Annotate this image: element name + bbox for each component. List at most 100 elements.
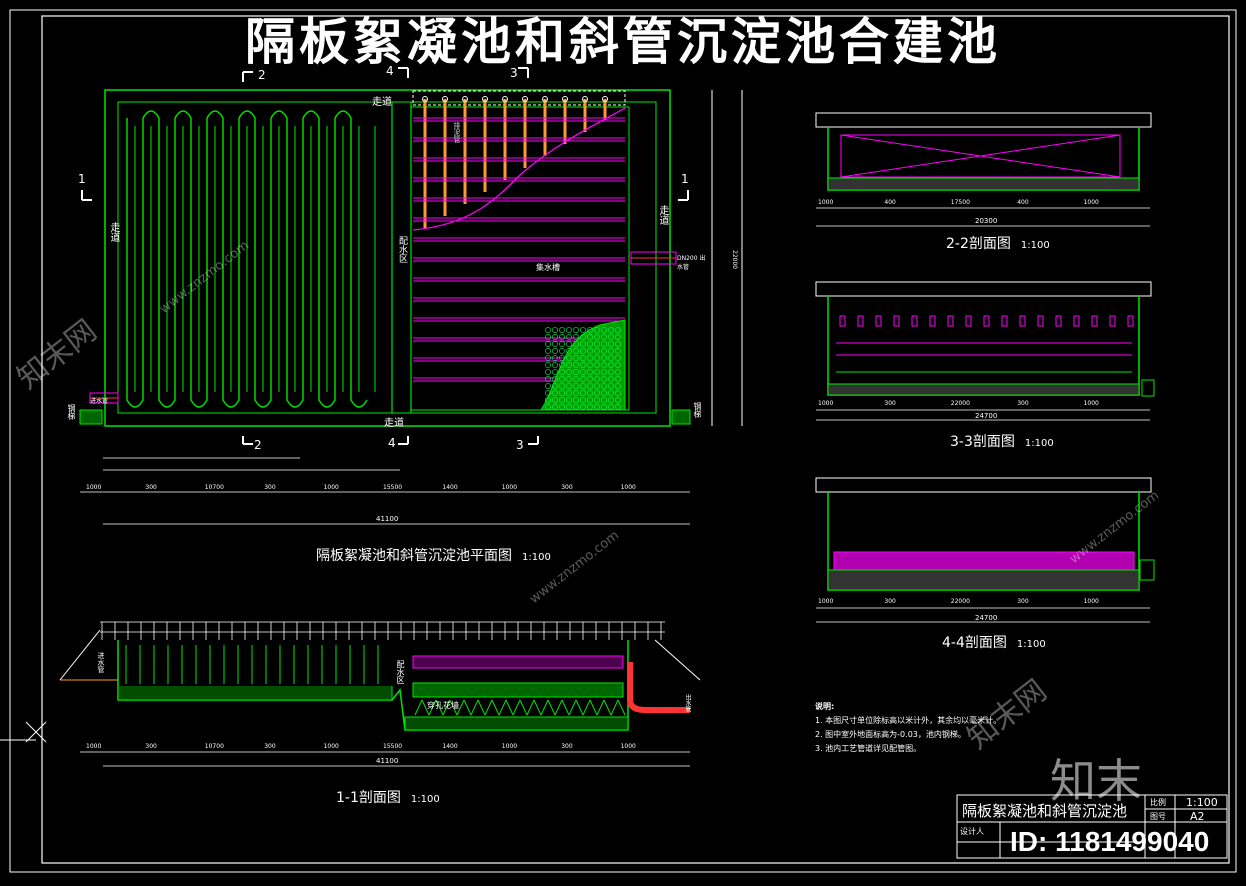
tube-cell	[573, 334, 579, 340]
section-mark-1-right: 1	[681, 172, 689, 186]
tube-cell	[545, 362, 551, 368]
drawing-title: 隔板絮凝池和斜管沉淀池合建池	[245, 12, 1001, 71]
plan-total-length: 41100	[376, 515, 399, 523]
drawing-sheet: 隔板絮凝池和斜管沉淀池合建池 走道 走道 走道 走道 配水区 集水槽 排泥管 进…	[0, 0, 1246, 882]
support-truss	[512, 699, 521, 716]
dimension-label: 300	[145, 484, 157, 491]
dimension-label: 22000	[950, 400, 970, 407]
tube-cell	[566, 327, 572, 333]
sec11-caption-text: 1-1剖面图	[336, 790, 401, 806]
sec22-caption: 2-2剖面图 1:100	[946, 233, 1050, 253]
sec22-caption-text: 2-2剖面图	[946, 236, 1011, 252]
support-truss	[484, 699, 493, 716]
tube-cell	[580, 327, 586, 333]
support-truss	[540, 699, 549, 716]
tube-cell	[559, 341, 565, 347]
section-mark-3-top: 3	[510, 66, 518, 80]
dimension-label: 300	[264, 743, 276, 750]
tube-cell	[566, 334, 572, 340]
dimension-label: 10700	[204, 743, 224, 750]
dimension-label: 300	[561, 484, 573, 491]
sec22-total: 20300	[975, 217, 998, 225]
section-3-3	[815, 281, 1155, 421]
dimension-label: 300	[884, 400, 896, 407]
weir-notch	[857, 315, 864, 327]
weir-notch	[929, 315, 936, 327]
stairs-right-label: 钢梯	[693, 402, 702, 418]
weir-notch	[839, 315, 846, 327]
collecting-trough-label: 集水槽	[536, 263, 560, 272]
support-truss	[491, 699, 500, 716]
title-block-sheet: A2	[1190, 810, 1205, 823]
dimension-label: 1000	[1083, 598, 1099, 605]
inlet-pipe-label: 进水管	[90, 398, 109, 405]
dimension-label: 300	[1017, 400, 1029, 407]
tube-cell	[545, 348, 551, 354]
dimension-label: 1000	[620, 743, 636, 750]
sec11-perforated-label: 穿孔花墙	[427, 701, 459, 710]
weir-notch	[1037, 315, 1044, 327]
tube-cell	[545, 334, 551, 340]
dimension-label: 1000	[323, 743, 339, 750]
weir-notch	[1073, 315, 1080, 327]
support-truss	[554, 699, 563, 716]
sec11-total: 41100	[376, 757, 399, 765]
tube-cell	[545, 327, 551, 333]
outlet-pipe-label: DN200 出水管	[677, 255, 706, 271]
tube-settler-hatch	[540, 319, 626, 411]
dimension-label: 22000	[950, 598, 970, 605]
weir-notch	[875, 315, 882, 327]
baffle-serpentine	[126, 110, 376, 408]
section-mark-1-left: 1	[78, 172, 86, 186]
dimension-label: 1000	[1083, 199, 1099, 206]
section-mark-4-bottom: 4	[388, 436, 396, 450]
sec33-total: 24700	[975, 412, 998, 420]
section-mark-4-top: 4	[386, 64, 394, 78]
walkway-bottom-label: 走道	[384, 418, 404, 429]
walkway-top-label: 走道	[372, 97, 392, 108]
dimension-label: 15500	[383, 743, 403, 750]
stairs-right	[671, 409, 691, 425]
sec33-caption-text: 3-3剖面图	[950, 434, 1015, 450]
dimension-label: 1000	[86, 484, 102, 491]
tube-cell	[552, 369, 558, 375]
tube-cell	[573, 327, 579, 333]
tube-cell	[559, 327, 565, 333]
weir-notch	[947, 315, 954, 327]
tube-cell	[552, 341, 558, 347]
weir-notch	[911, 315, 918, 327]
support-truss	[477, 699, 486, 716]
support-truss	[561, 699, 570, 716]
walkway-right-label: 走道	[657, 205, 668, 225]
title-block-scale: 1:100	[1186, 796, 1218, 809]
plan-total-width: 22000	[731, 250, 738, 270]
sec11-distribution-label: 配水区	[396, 660, 405, 684]
dimension-label: 1000	[818, 598, 834, 605]
tube-cell	[545, 383, 551, 389]
sec11-scale: 1:100	[410, 794, 440, 805]
dimension-label: 1000	[818, 400, 834, 407]
sec11-inlet-label: 进水管	[97, 652, 105, 673]
dimension-label: 1000	[501, 484, 518, 491]
support-truss	[533, 699, 542, 716]
tube-cell	[552, 362, 558, 368]
plan-caption-text: 隔板絮凝池和斜管沉淀池平面图	[316, 548, 512, 564]
support-truss	[470, 699, 479, 716]
walkway-left-label: 走道	[108, 222, 119, 242]
sludge-pipes	[422, 96, 608, 228]
plan-caption: 隔板絮凝池和斜管沉淀池平面图 1:100	[316, 545, 551, 565]
dimension-label: 1000	[1083, 400, 1099, 407]
support-truss	[547, 699, 556, 716]
stairs-left	[79, 409, 103, 425]
sec44-caption: 4-4剖面图 1:100	[942, 632, 1046, 652]
dimension-label: 1400	[442, 484, 458, 491]
dimension-label: 17500	[950, 199, 970, 206]
section-mark-3-bottom: 3	[516, 438, 524, 452]
weir-notch	[965, 315, 972, 327]
support-truss	[498, 699, 507, 716]
sec11-outlet-label: 出水管	[684, 694, 691, 712]
weir-notch	[1091, 315, 1098, 327]
dimension-label: 300	[561, 743, 573, 750]
dimension-label: 400	[884, 199, 896, 206]
support-truss	[582, 699, 591, 716]
